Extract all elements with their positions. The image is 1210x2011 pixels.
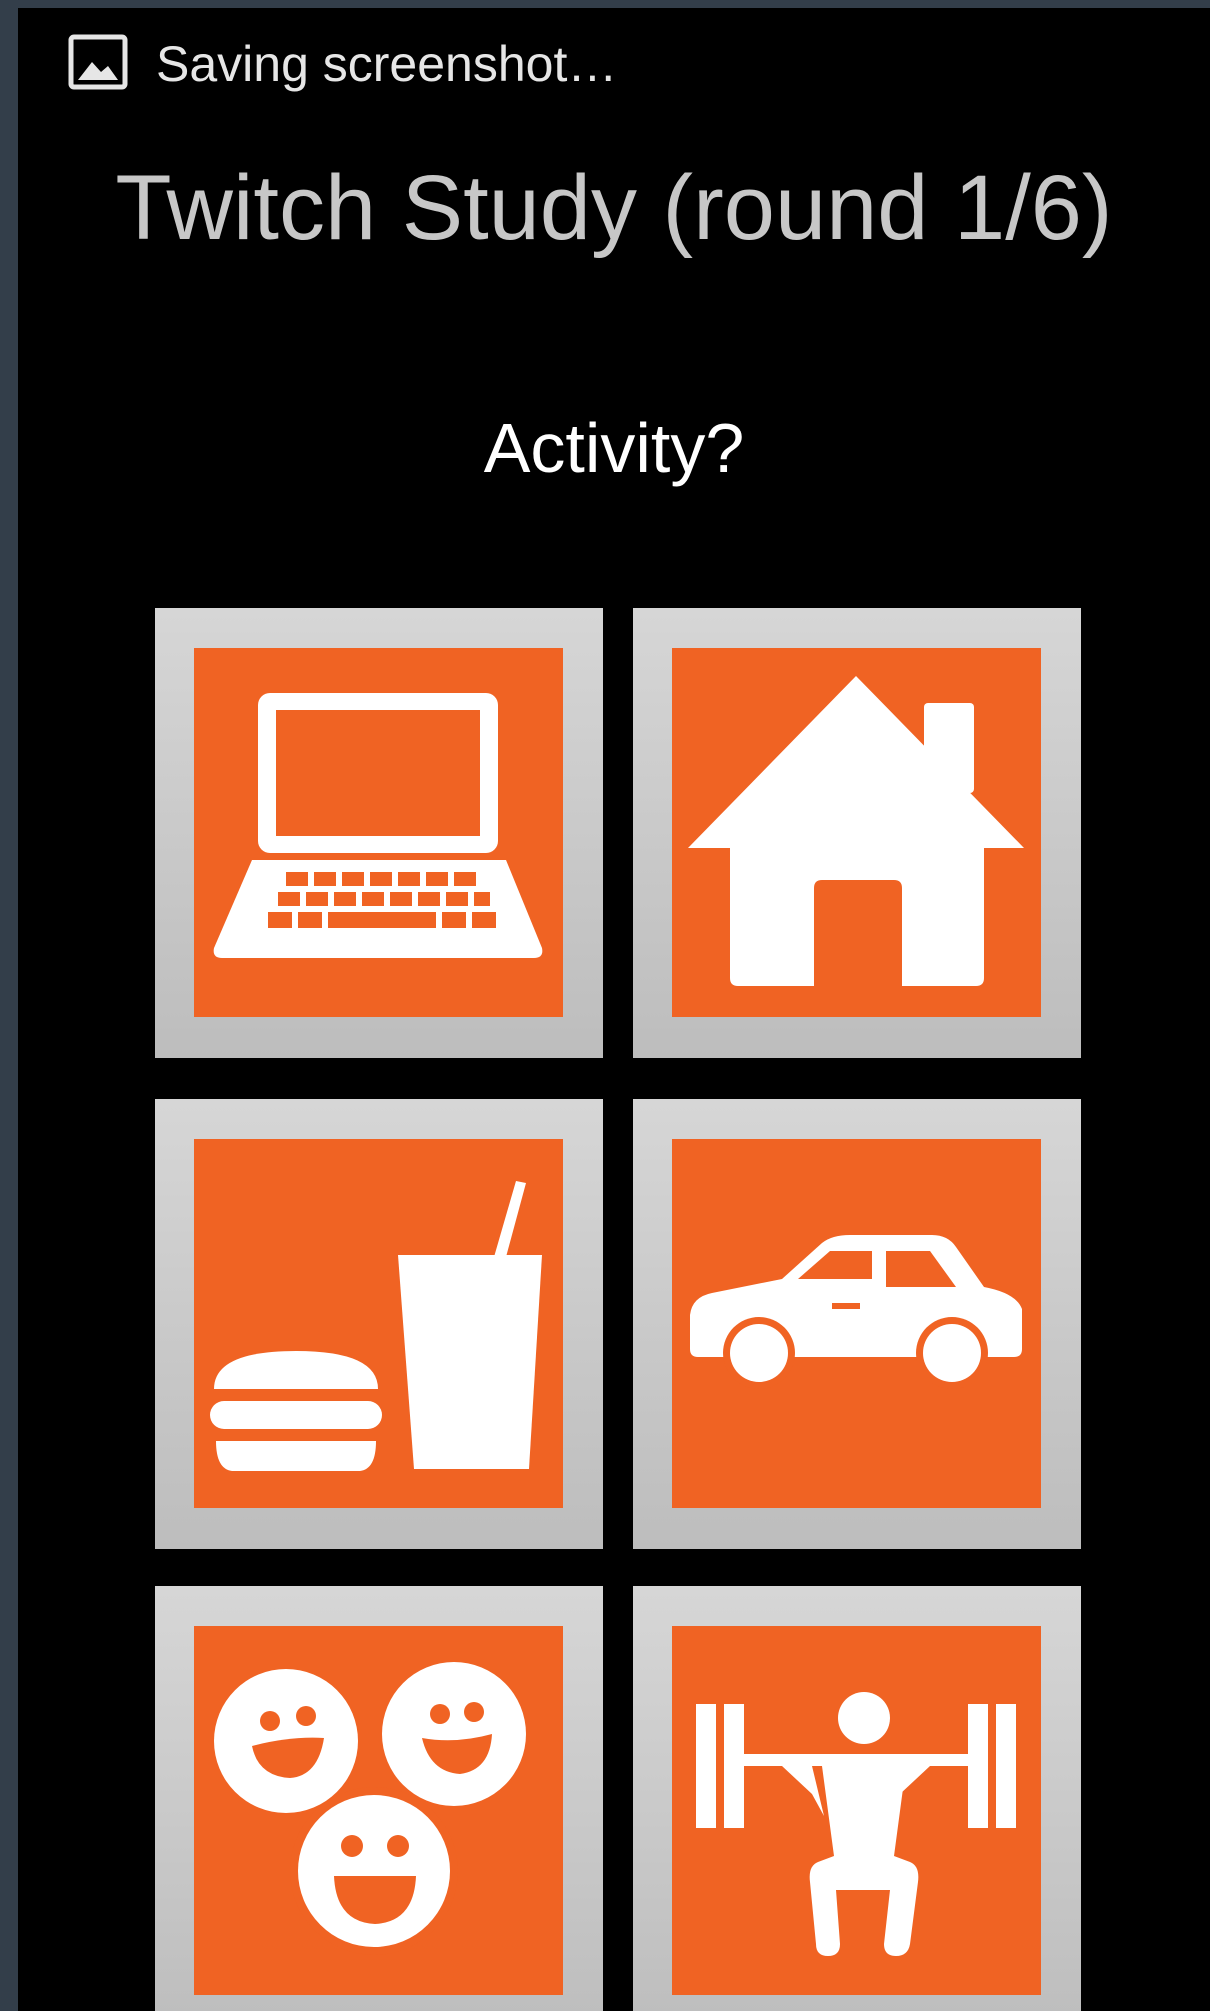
app-screen: Saving screenshot… Twitch Study (round 1… xyxy=(18,8,1210,2011)
status-bar: Saving screenshot… xyxy=(18,8,1210,118)
activity-driving-tile xyxy=(672,1139,1041,1508)
activity-socializing-button[interactable] xyxy=(155,1586,603,2011)
activity-eating-button[interactable] xyxy=(155,1099,603,1549)
page-title: Twitch Study (round 1/6) xyxy=(115,157,1113,259)
notification-text: Saving screenshot… xyxy=(156,36,618,92)
activity-socializing-tile xyxy=(194,1626,563,1995)
activity-home-button[interactable] xyxy=(633,608,1081,1058)
people-faces-icon xyxy=(214,1662,526,1955)
activity-eating-tile xyxy=(194,1139,563,1508)
car-icon xyxy=(690,1235,1022,1389)
food-drink-icon xyxy=(210,1181,542,1471)
activity-work-button[interactable] xyxy=(155,608,603,1058)
activity-driving-button[interactable] xyxy=(633,1099,1081,1549)
activity-work-tile xyxy=(194,648,563,1017)
activity-exercise-button[interactable] xyxy=(633,1586,1081,2011)
weightlifting-icon xyxy=(696,1692,1016,1956)
house-icon xyxy=(688,676,1024,986)
image-icon xyxy=(68,34,128,90)
activity-home-tile xyxy=(672,648,1041,1017)
activity-exercise-tile xyxy=(672,1626,1041,1995)
laptop-icon xyxy=(213,693,543,958)
question-prompt: Activity? xyxy=(483,409,745,487)
